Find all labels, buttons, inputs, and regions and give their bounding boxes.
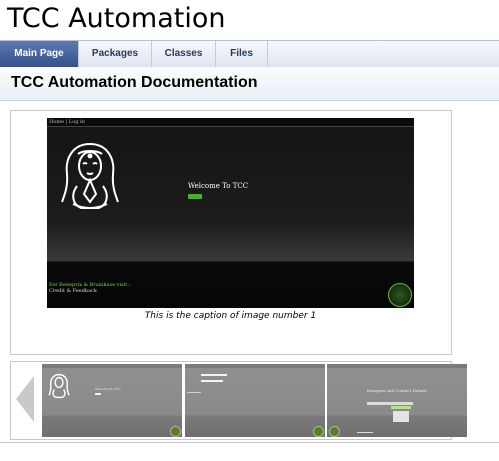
screenshot-topbar-links: Home | Log in — [49, 119, 85, 125]
screenshot-topbar: Home | Log in — [47, 118, 414, 127]
tab-files[interactable]: Files — [216, 41, 268, 67]
thumbnail-heading-text: Beneprix and Contact Details — [367, 388, 427, 393]
welcome-text: Welcome To TCC — [188, 182, 249, 190]
thumbnail-emblem-icon — [170, 426, 181, 437]
tab-main-page[interactable]: Main Page — [0, 41, 79, 67]
thumbnail-3[interactable]: Beneprix and Contact Details — [327, 364, 467, 437]
thumbnail-2[interactable] — [185, 364, 325, 437]
tab-classes[interactable]: Classes — [152, 41, 216, 67]
page-title: TCC Automation Documentation — [11, 74, 258, 91]
praying-figure-logo-icon — [61, 143, 119, 209]
image-caption: This is the caption of image number 1 — [144, 311, 317, 321]
thumbnail-emblem-icon — [329, 426, 340, 437]
main-screenshot: Home | Log in Welcome To TCC For Benepri… — [47, 118, 414, 308]
go-button — [188, 194, 202, 199]
project-title: TCC Automation — [7, 3, 226, 34]
thumbnail-emblem-icon — [313, 426, 324, 437]
thumbnail-welcome-text: Welcome To TCC — [95, 387, 121, 391]
page-header: TCC Automation Documentation — [0, 67, 499, 101]
nav-tabs: Main Page Packages Classes Files — [0, 40, 499, 68]
divider — [0, 442, 499, 443]
thumbnail-1[interactable]: Welcome To TCC — [42, 364, 182, 437]
footer-credit-link: Credit & Feedback — [49, 288, 97, 294]
emblem-icon — [388, 283, 412, 307]
tab-packages[interactable]: Packages — [79, 41, 152, 67]
chevron-left-arrow-icon[interactable] — [16, 376, 36, 422]
thumbnail-logo-icon — [48, 373, 70, 399]
